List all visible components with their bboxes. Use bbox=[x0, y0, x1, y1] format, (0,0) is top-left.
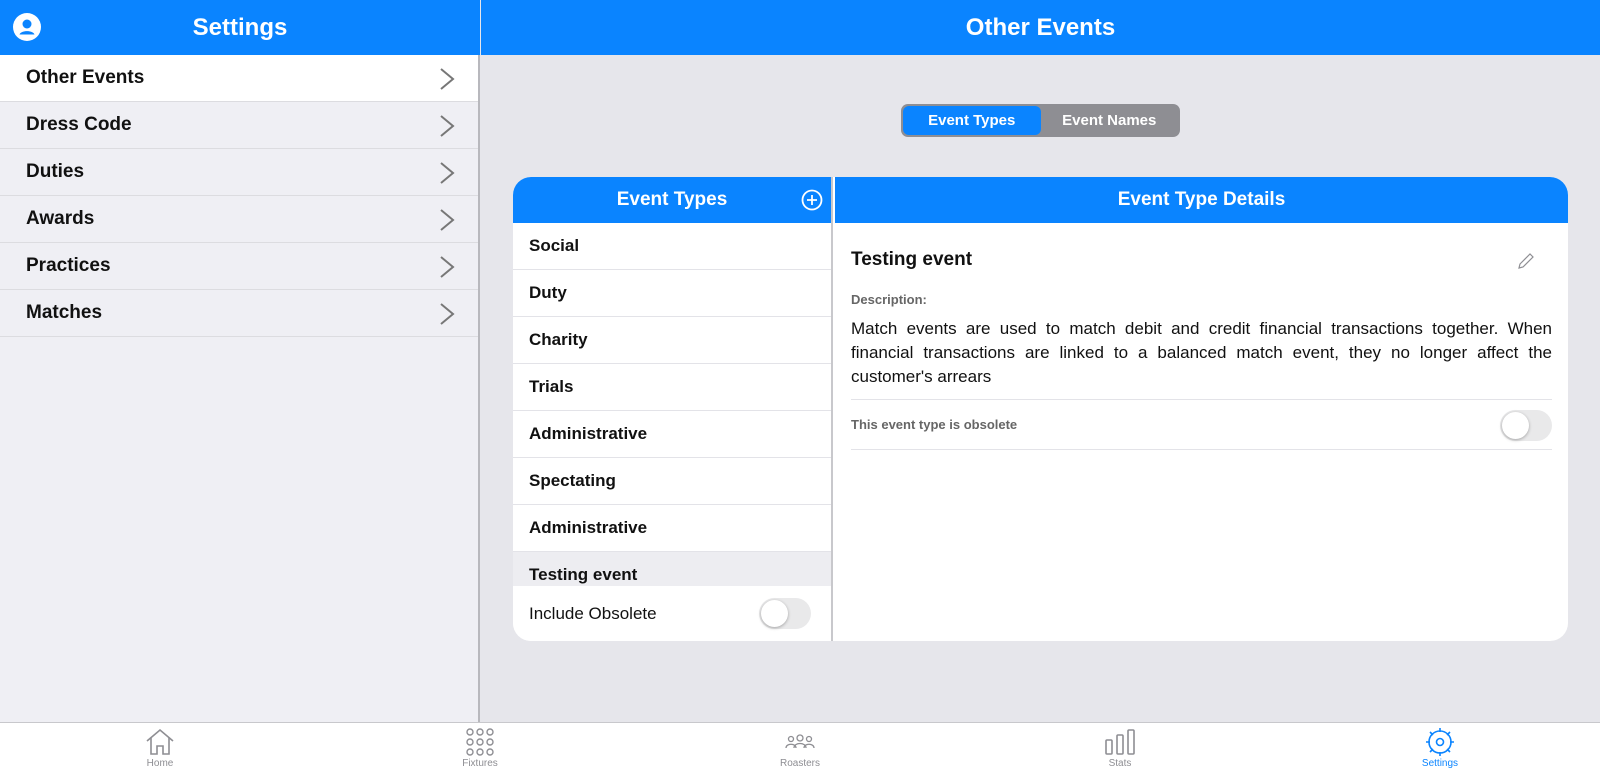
include-obsolete-row: Include Obsolete bbox=[513, 586, 831, 641]
tab-bar: Home Fixtures Roasters Stats Settings bbox=[0, 722, 1600, 770]
sidebar-item-practices[interactable]: Practices bbox=[0, 243, 478, 290]
sidebar-item-dress-code[interactable]: Dress Code bbox=[0, 102, 478, 149]
chevron-right-icon bbox=[440, 209, 455, 231]
tab-label: Home bbox=[146, 758, 174, 769]
user-circle-icon[interactable] bbox=[13, 13, 41, 41]
bar-chart-icon bbox=[1105, 729, 1135, 755]
people-icon bbox=[785, 734, 815, 749]
chevron-right-icon bbox=[440, 68, 455, 90]
event-type-details-header: Event Type Details bbox=[835, 177, 1568, 223]
event-type-details-body: Testing event Description: Match events … bbox=[835, 249, 1568, 450]
sidebar-item-duties[interactable]: Duties bbox=[0, 149, 478, 196]
list-item[interactable]: Social bbox=[513, 223, 831, 270]
event-name: Testing event bbox=[851, 249, 973, 270]
sidebar-item-label: Other Events bbox=[26, 67, 145, 88]
tab-label: Settings bbox=[1421, 758, 1459, 769]
toggle-knob bbox=[761, 600, 788, 627]
event-name-row: Testing event bbox=[851, 249, 1552, 275]
obsolete-detail-row: This event type is obsolete bbox=[851, 400, 1552, 450]
chevron-right-icon bbox=[440, 256, 455, 278]
segment-event-names[interactable]: Event Names bbox=[1041, 106, 1179, 135]
event-type-details-title: Event Type Details bbox=[1117, 189, 1286, 210]
sidebar-item-label: Duties bbox=[26, 161, 85, 182]
pencil-icon[interactable] bbox=[1516, 251, 1536, 271]
event-types-panel: Event Types Social Duty Charity Trials A… bbox=[513, 177, 1568, 641]
segment-event-types[interactable]: Event Types bbox=[903, 106, 1041, 135]
description-label: Description: bbox=[851, 292, 927, 307]
gear-icon bbox=[1426, 728, 1454, 756]
add-circle-icon[interactable] bbox=[801, 189, 823, 211]
include-obsolete-toggle[interactable] bbox=[759, 598, 811, 629]
list-item[interactable]: Spectating bbox=[513, 458, 831, 505]
obsolete-detail-label: This event type is obsolete bbox=[851, 417, 1018, 432]
sidebar-item-other-events[interactable]: Other Events bbox=[0, 55, 478, 102]
tab-fixtures[interactable]: Fixtures bbox=[430, 723, 530, 770]
settings-title: Settings bbox=[192, 13, 288, 41]
list-item[interactable]: Charity bbox=[513, 317, 831, 364]
sidebar-item-label: Awards bbox=[26, 208, 95, 229]
settings-sidebar: Other Events Dress Code Duties Awards Pr… bbox=[0, 55, 480, 722]
tab-label: Fixtures bbox=[462, 758, 498, 769]
tab-roasters[interactable]: Roasters bbox=[750, 723, 850, 770]
list-item[interactable]: Duty bbox=[513, 270, 831, 317]
list-item-selected[interactable]: Testing event bbox=[513, 552, 831, 586]
page-header: Other Events bbox=[481, 0, 1600, 55]
event-types-header: Event Types bbox=[513, 177, 831, 223]
page-title: Other Events bbox=[965, 13, 1116, 41]
tab-settings[interactable]: Settings bbox=[1390, 723, 1490, 770]
sidebar-item-label: Practices bbox=[26, 255, 111, 276]
tab-home[interactable]: Home bbox=[110, 723, 210, 770]
grid-dots-icon bbox=[466, 728, 494, 756]
event-segment-control: Event Types Event Names bbox=[901, 104, 1180, 137]
chevron-right-icon bbox=[440, 162, 455, 184]
event-types-title: Event Types bbox=[616, 189, 728, 210]
sidebar-item-label: Dress Code bbox=[26, 114, 132, 135]
event-type-details-panel: Event Type Details Testing event Descrip… bbox=[835, 177, 1568, 641]
tab-stats[interactable]: Stats bbox=[1070, 723, 1170, 770]
toggle-knob bbox=[1502, 412, 1529, 439]
event-types-list-panel: Event Types Social Duty Charity Trials A… bbox=[513, 177, 833, 641]
sidebar-item-matches[interactable]: Matches bbox=[0, 290, 478, 337]
sidebar-item-awards[interactable]: Awards bbox=[0, 196, 478, 243]
description-text: Match events are used to match debit and… bbox=[851, 317, 1552, 400]
chevron-right-icon bbox=[440, 115, 455, 137]
list-item[interactable]: Administrative bbox=[513, 505, 831, 552]
sidebar-item-label: Matches bbox=[26, 302, 103, 323]
obsolete-toggle[interactable] bbox=[1500, 410, 1552, 441]
list-item[interactable]: Administrative bbox=[513, 411, 831, 458]
chevron-right-icon bbox=[440, 303, 455, 325]
tab-label: Stats bbox=[1108, 758, 1132, 769]
include-obsolete-label: Include Obsolete bbox=[529, 603, 657, 623]
home-icon bbox=[146, 728, 174, 755]
settings-header: Settings bbox=[0, 0, 480, 55]
tab-label: Roasters bbox=[779, 758, 820, 769]
list-item[interactable]: Trials bbox=[513, 364, 831, 411]
event-types-list[interactable]: Social Duty Charity Trials Administrativ… bbox=[513, 223, 831, 586]
